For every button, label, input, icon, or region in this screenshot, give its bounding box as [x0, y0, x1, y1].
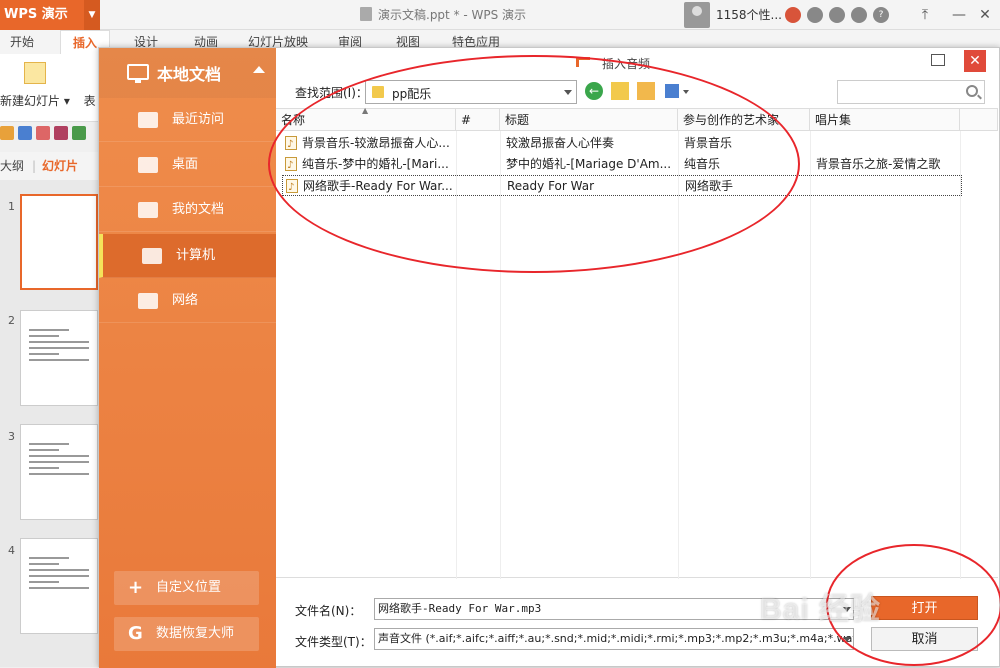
document-title: 演示文稿.ppt * - WPS 演示 — [360, 0, 526, 30]
file-type-select[interactable]: 声音文件 (*.aif;*.aifc;*.aiff;*.au;*.snd;*.m… — [374, 628, 854, 650]
chevron-down-icon[interactable] — [564, 90, 572, 95]
back-icon[interactable]: ← — [585, 82, 603, 100]
tab-outline[interactable]: 大纲 — [0, 152, 24, 180]
list-item[interactable]: 网络歌手-Ready For War... Ready For War 网络歌手 — [282, 175, 962, 198]
column-header-artist[interactable]: 参与创作的艺术家 — [678, 109, 810, 131]
monitor-icon — [127, 64, 149, 83]
slide-thumbnail[interactable] — [20, 424, 98, 520]
file-type-label: 文件类型(T)： — [295, 635, 372, 649]
dialog-title-bar: 插入音频 ✕ — [276, 48, 1000, 78]
slide-number: 2 — [8, 314, 15, 327]
print-icon[interactable] — [54, 126, 68, 140]
skin-icon[interactable] — [785, 7, 801, 23]
column-header-name[interactable]: 名称 — [276, 100, 456, 131]
slide-number: 1 — [8, 200, 15, 213]
app-name: WPS 演示 — [4, 7, 68, 22]
maximize-icon[interactable] — [931, 54, 945, 66]
avatar[interactable] — [684, 2, 710, 28]
column-header-extra — [960, 109, 998, 131]
chevron-down-icon[interactable] — [683, 90, 689, 94]
view-menu-icon[interactable] — [665, 84, 679, 98]
recovery-icon: G — [128, 623, 143, 644]
tab-home[interactable]: 开始 — [10, 30, 34, 54]
audio-file-icon — [286, 177, 298, 198]
slide-thumbnail[interactable] — [20, 538, 98, 634]
look-in-label: 查找范围(I)： — [295, 86, 368, 100]
sidebar-header[interactable]: 本地文档 — [99, 48, 276, 98]
chevron-down-icon[interactable] — [843, 637, 851, 642]
settings-icon[interactable] — [829, 7, 845, 23]
quick-access-toolbar — [0, 126, 86, 140]
plus-icon: + — [128, 577, 144, 598]
title-toolbar: ? — [785, 7, 889, 23]
slide-thumbnail[interactable] — [20, 310, 98, 406]
file-list: 名称 # 标题 参与创作的艺术家 唱片集 背景音乐-较激昂振奋人心... 较激昂… — [276, 100, 998, 579]
insert-audio-dialog: 本地文档 最近访问 桌面 我的文档 计算机 网络 + 自定义位置 G 数据恢复大… — [98, 47, 1000, 668]
title-bar: WPS 演示 ▼ 演示文稿.ppt * - WPS 演示 1158个性... ?… — [0, 0, 1000, 30]
save-icon[interactable] — [18, 126, 32, 140]
help-icon[interactable]: ? — [873, 7, 889, 23]
tab-slides[interactable]: 幻灯片 — [42, 152, 78, 180]
audio-file-icon — [285, 155, 297, 176]
user-name[interactable]: 1158个性... — [716, 0, 782, 30]
watermark: Bai 经验 — [760, 593, 882, 626]
data-recovery-button[interactable]: G 数据恢复大师 — [114, 617, 259, 651]
column-header-number[interactable]: # — [456, 109, 500, 131]
new-slide-button[interactable]: 新建幻灯片 ▾ 表 — [0, 92, 96, 109]
feedback-icon[interactable] — [851, 7, 867, 23]
list-item[interactable]: 纯音乐-梦中的婚礼-[Mari... 梦中的婚礼-[Mariage D'Am..… — [282, 154, 962, 176]
open-button[interactable]: 打开 — [871, 596, 978, 620]
sidebar-item-computer[interactable]: 计算机 — [99, 234, 276, 278]
open-icon[interactable] — [0, 126, 14, 140]
sidebar-item-desktop[interactable]: 桌面 — [99, 143, 276, 187]
new-slide-icon[interactable] — [24, 62, 46, 84]
search-input[interactable] — [838, 81, 958, 103]
search-box — [837, 80, 985, 104]
slide-pane-tabs: 大纲 | 幻灯片 — [0, 152, 98, 180]
slide-thumbnail[interactable] — [20, 194, 98, 290]
dialog-title: 插入音频 — [602, 57, 651, 71]
slide-pane: 1 2 3 4 — [0, 180, 98, 667]
sidebar-item-my-documents[interactable]: 我的文档 — [99, 188, 276, 232]
dialog-close-button[interactable]: ✕ — [964, 50, 986, 72]
sidebar-item-recent[interactable]: 最近访问 — [99, 98, 276, 142]
custom-location-button[interactable]: + 自定义位置 — [114, 571, 259, 605]
app-menu-button[interactable]: WPS 演示 ▼ — [0, 0, 100, 30]
chevron-up-icon[interactable] — [253, 66, 265, 73]
network-icon — [138, 293, 158, 309]
slide-number: 3 — [8, 430, 15, 443]
restore-icon[interactable]: ⤒ — [908, 0, 942, 30]
audio-icon — [576, 57, 590, 67]
document-icon — [360, 7, 372, 21]
slide-number: 4 — [8, 544, 15, 557]
share-icon[interactable] — [807, 7, 823, 23]
preview-icon[interactable] — [72, 126, 86, 140]
chevron-down-icon[interactable]: ▼ — [84, 0, 100, 30]
look-in-select[interactable]: pp配乐 — [365, 80, 577, 104]
list-item[interactable]: 背景音乐-较激昂振奋人心... 较激昂振奋人心伴奏 背景音乐 — [282, 133, 962, 155]
dialog-sidebar: 本地文档 最近访问 桌面 我的文档 计算机 网络 + 自定义位置 G 数据恢复大… — [99, 48, 276, 668]
column-header-title[interactable]: 标题 — [500, 109, 678, 131]
file-name-label: 文件名(N)： — [295, 604, 362, 618]
close-icon[interactable]: ✕ — [968, 0, 1000, 30]
desktop-icon — [138, 157, 158, 173]
folder-icon — [138, 202, 158, 218]
folder-icon — [372, 86, 384, 98]
sidebar-item-network[interactable]: 网络 — [99, 279, 276, 323]
column-header-album[interactable]: 唱片集 — [810, 109, 960, 131]
audio-file-icon — [285, 134, 297, 155]
computer-icon — [142, 248, 162, 264]
clock-icon — [138, 112, 158, 128]
export-icon[interactable] — [36, 126, 50, 140]
search-icon[interactable] — [966, 85, 978, 97]
cancel-button[interactable]: 取消 — [871, 627, 978, 651]
up-folder-icon[interactable] — [611, 82, 629, 100]
new-folder-icon[interactable] — [637, 82, 655, 100]
